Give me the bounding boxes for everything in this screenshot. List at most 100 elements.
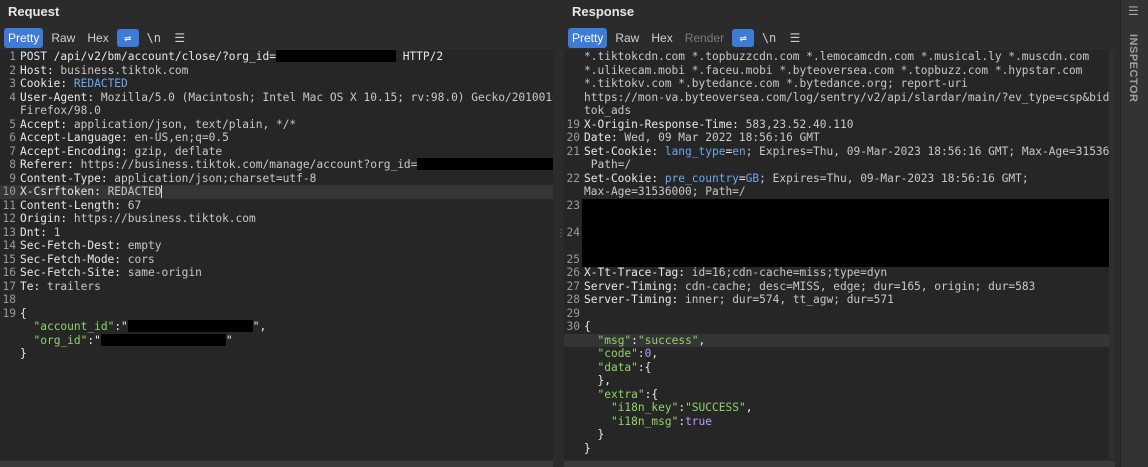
code-token: en [732, 144, 746, 158]
line-number: 3 [9, 77, 16, 90]
response-line: "msg":"success", [564, 333, 1115, 347]
line-number: 21 [566, 144, 580, 158]
request-line: 18 [0, 293, 553, 307]
response-tab-pretty[interactable]: Pretty [568, 28, 608, 48]
code-token: Content-Type: [20, 171, 115, 185]
request-bottom-bar [0, 461, 553, 467]
response-line: Path=/ [564, 158, 1115, 172]
line-number: 16 [2, 266, 16, 279]
response-line: 21 Set-Cookie: lang_type=en; Expires=Thu,… [564, 145, 1115, 159]
show-newlines-button[interactable]: \n [143, 29, 165, 47]
inspector-label: INSPECTOR [1127, 34, 1139, 103]
request-line: 13 Dnt: 1 [0, 226, 553, 240]
code-token: *.tiktokcdn.com *.topbuzzcdn.com *.lemoc… [584, 50, 1090, 63]
code-token: REDACTED [107, 185, 162, 198]
line-number: 5 [9, 117, 16, 131]
line-content: } [584, 428, 1115, 442]
code-token: 1 [53, 225, 61, 239]
line-content: { [20, 307, 553, 321]
code-token: *.ulikecam.mobi *.faceu.mobi *.byteovers… [584, 63, 1083, 77]
response-view-tabs: Pretty Raw Hex Render ⇌ \n ☰ [568, 28, 806, 48]
code-token: Set-Cookie: [584, 171, 665, 185]
code-token: REDACTED [73, 77, 128, 90]
code-token: Content-Length: [20, 198, 128, 212]
wrap-lines-icon[interactable]: ⇌ [116, 29, 139, 47]
inspector-sidebar[interactable]: ☰ INSPECTOR [1120, 0, 1148, 467]
code-token: Accept-Language: [20, 131, 135, 144]
request-line: 12 Origin: https://business.tiktok.com [0, 212, 553, 226]
response-editor[interactable]: *.tiktokcdn.com *.topbuzzcdn.com *.lemoc… [564, 50, 1115, 459]
response-tab-raw[interactable]: Raw [611, 28, 643, 48]
line-content: } [20, 347, 553, 361]
code-token: } [584, 428, 605, 441]
line-content: Path=/ [584, 158, 1115, 172]
code-token: Sec-Fetch-Site: [20, 266, 128, 279]
line-content: Set-Cookie: lang_type=en; Expires=Thu, 0… [584, 145, 1115, 159]
code-token: "msg" [597, 333, 632, 347]
line-content: Date: Wed, 09 Mar 2022 18:56:16 GMT [584, 131, 1115, 145]
wrap-lines-icon[interactable]: ⇌ [732, 29, 755, 47]
code-token: :{ [644, 387, 659, 401]
line-number: 7 [9, 144, 16, 158]
line-number: 4 [9, 90, 16, 104]
code-token: :" [87, 333, 101, 347]
request-line: 4 User-Agent: Mozilla/5.0 (Macintosh; Int… [0, 91, 553, 105]
response-bottom-bar [564, 461, 1115, 467]
request-tab-raw[interactable]: Raw [47, 28, 79, 48]
pane-divider-handle[interactable]: ⋮ [556, 229, 566, 244]
response-line: }, [564, 374, 1115, 388]
menu-icon[interactable]: ☰ [784, 29, 806, 47]
line-number: 18 [2, 293, 16, 306]
line-number: 26 [566, 266, 580, 279]
code-token: Host: [20, 63, 61, 77]
line-number: 14 [2, 239, 16, 252]
line-content: Max-Age=31536000; Path=/ [584, 185, 1115, 199]
code-token: en-US,en;q=0.5 [134, 131, 229, 144]
request-line: "account_id":" ", [0, 320, 553, 334]
line-content: Firefox/98.0 [20, 104, 553, 118]
response-line: https://mon-va.byteoversea.com/log/sentr… [564, 91, 1115, 105]
response-line: *.tiktokv.com *.bytedance.com *.bytedanc… [564, 77, 1115, 91]
line-content: } [584, 442, 1115, 456]
code-token: "i18n_msg" [610, 414, 679, 428]
response-tab-hex[interactable]: Hex [647, 28, 676, 48]
line-content: X-Tt-Trace-Tag: id=16;cdn-cache=miss;typ… [584, 266, 1115, 280]
text-cursor [161, 185, 163, 198]
code-token: "success" [637, 333, 699, 347]
code-token: User-Agent: [20, 90, 101, 104]
request-view-tabs: Pretty Raw Hex ⇌ \n ☰ [4, 28, 191, 48]
code-token: "SUCCESS" [685, 401, 746, 414]
line-content: Server-Timing: cdn-cache; desc=MISS, edg… [584, 280, 1115, 294]
code-token: Mozilla/5.0 (Macintosh; Intel Mac OS X 1… [100, 90, 553, 104]
code-token: } [20, 347, 27, 360]
code-token: Server-Timing: [584, 279, 686, 293]
code-token: X-Csrftoken: [20, 185, 108, 198]
code-token: Origin: [20, 212, 74, 225]
code-token: Wed, 09 Mar 2022 18:56:16 GMT [624, 131, 820, 144]
menu-icon[interactable]: ☰ [169, 29, 191, 47]
request-tab-pretty[interactable]: Pretty [4, 28, 44, 48]
response-scrollbar[interactable] [1109, 50, 1115, 459]
request-line: 9 Content-Type: application/json;charset=… [0, 172, 553, 186]
code-token: cors [127, 252, 155, 266]
line-number: 23 [566, 198, 580, 212]
request-editor[interactable]: 1 POST /api/v2/bm/account/close/?org_id= … [0, 50, 553, 459]
code-token: cdn-cache; desc=MISS, edge; dur=165, ori… [685, 279, 1036, 293]
code-token: ; Expires=Thu, 09-Mar-2023 18:56:16 GMT; [759, 171, 1029, 185]
request-line: 6 Accept-Language: en-US,en;q=0.5 [0, 131, 553, 145]
line-content: Server-Timing: inner; dur=574, tt_agw; d… [584, 293, 1115, 307]
response-tab-render[interactable]: Render [681, 28, 728, 48]
request-line: 17 Te: trailers [0, 280, 553, 294]
request-line: 7 Accept-Encoding: gzip, deflate [0, 145, 553, 159]
line-number: 24 [566, 225, 580, 239]
request-tab-hex[interactable]: Hex [83, 28, 112, 48]
show-newlines-button[interactable]: \n [758, 29, 780, 47]
code-token: 67 [127, 198, 142, 212]
line-content: "data":{ [584, 361, 1115, 375]
inspector-settings-icon[interactable]: ☰ [1128, 4, 1142, 18]
code-token: { [20, 306, 27, 320]
request-line: "org_id":" " [0, 333, 553, 348]
response-line: 30 { [564, 320, 1115, 334]
